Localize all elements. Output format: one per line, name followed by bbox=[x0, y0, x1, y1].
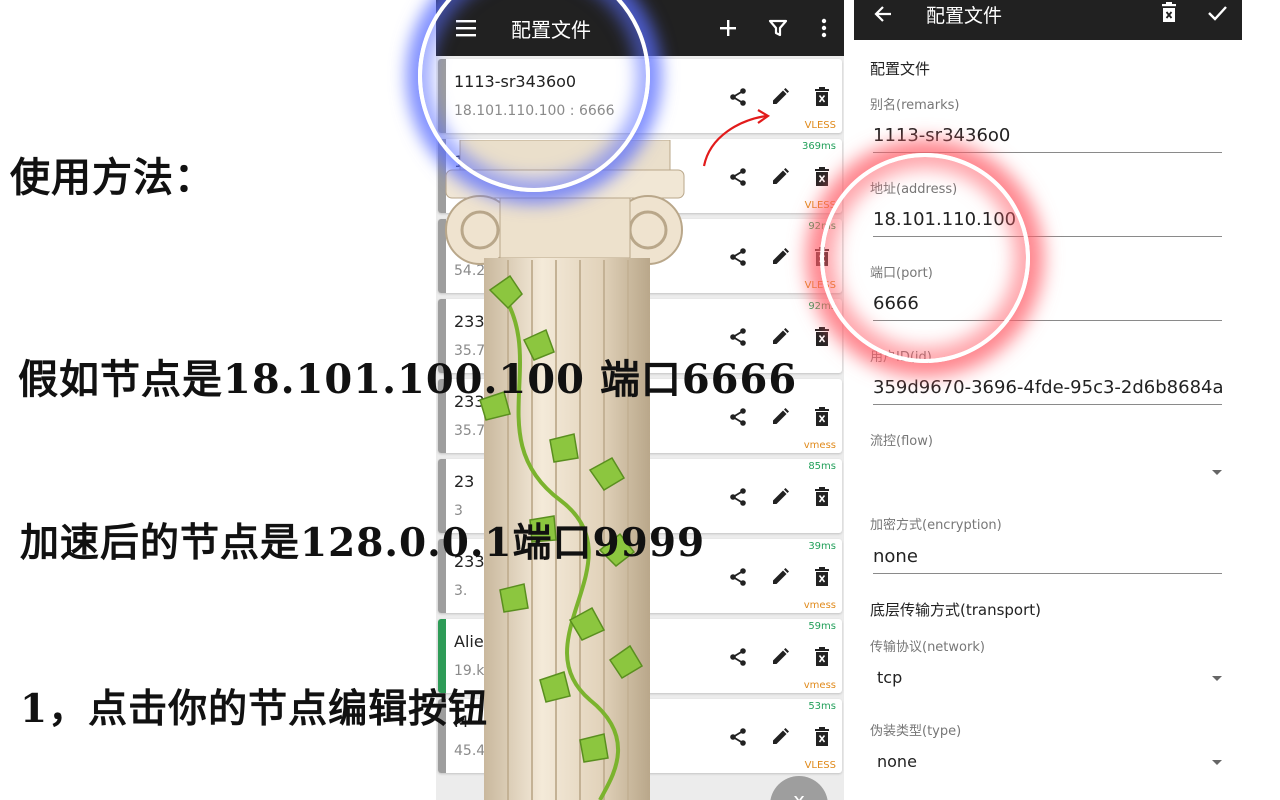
flow-select[interactable] bbox=[873, 462, 1222, 486]
edit-pencil-icon[interactable] bbox=[768, 565, 792, 589]
latency-badge: 59ms bbox=[808, 621, 836, 632]
share-icon[interactable] bbox=[726, 565, 750, 589]
server-name: 1113-sr3436o0 bbox=[454, 72, 577, 91]
address-field[interactable]: 18.101.110.100 bbox=[873, 209, 1222, 237]
app-bar: 配置文件 bbox=[436, 0, 844, 56]
screenshot: 配置文件 1113-sr3436o0 18.101.110.100 : 6666 V… bbox=[0, 0, 1280, 800]
protocol-badge: VLESS bbox=[804, 120, 836, 131]
fab-label: x bbox=[793, 788, 805, 800]
delete-icon[interactable] bbox=[810, 565, 834, 589]
share-icon[interactable] bbox=[726, 485, 750, 509]
dropdown-arrow-icon bbox=[1212, 676, 1222, 681]
latency-badge: 53ms bbox=[808, 701, 836, 712]
address-label: 地址(address) bbox=[870, 182, 958, 197]
user-id-field[interactable]: 359d9670-3696-4fde-95c3-2d6b8684ab5 bbox=[873, 377, 1222, 405]
encryption-field[interactable]: none bbox=[873, 546, 1222, 574]
flow-label: 流控(flow) bbox=[870, 434, 933, 449]
share-icon[interactable] bbox=[726, 325, 750, 349]
remarks-field[interactable]: 1113-sr3436o0 bbox=[873, 125, 1222, 153]
encryption-label: 加密方式(encryption) bbox=[870, 518, 1002, 533]
page-title: 配置文件 bbox=[511, 18, 591, 42]
protocol-badge: vmess bbox=[803, 680, 836, 691]
dropdown-arrow-icon bbox=[1212, 470, 1222, 475]
selection-indicator bbox=[438, 59, 446, 133]
port-field[interactable]: 6666 bbox=[873, 293, 1222, 321]
page-title: 配置文件 bbox=[926, 5, 1003, 27]
share-icon[interactable] bbox=[726, 405, 750, 429]
port-label: 端口(port) bbox=[870, 266, 933, 281]
section-title-profile: 配置文件 bbox=[870, 60, 931, 78]
network-select[interactable]: tcp bbox=[873, 668, 1222, 692]
protocol-badge: VLESS bbox=[804, 200, 836, 211]
delete-icon[interactable] bbox=[810, 325, 834, 349]
delete-icon[interactable] bbox=[810, 245, 834, 269]
more-vert-icon[interactable] bbox=[812, 16, 836, 40]
network-label: 传输协议(network) bbox=[870, 640, 985, 655]
server-card[interactable]: 1113-sr3436o0 18.101.110.100 : 6666 VLESS bbox=[438, 59, 842, 133]
user-id-label: 用户ID(id) bbox=[870, 350, 932, 365]
delete-icon[interactable] bbox=[810, 405, 834, 429]
latency-badge: 85ms bbox=[808, 461, 836, 472]
type-value: none bbox=[877, 752, 917, 771]
save-check-icon[interactable] bbox=[1206, 2, 1228, 28]
type-label: 伪装类型(type) bbox=[870, 724, 962, 739]
network-value: tcp bbox=[877, 668, 903, 687]
protocol-badge: VLESS bbox=[804, 280, 836, 291]
edit-pencil-icon[interactable] bbox=[768, 485, 792, 509]
add-icon[interactable] bbox=[716, 16, 740, 40]
filter-icon[interactable] bbox=[766, 16, 790, 40]
latency-badge: 92ms bbox=[808, 221, 836, 232]
back-arrow-icon[interactable] bbox=[872, 3, 894, 29]
instruction-line-1: 假如节点是18.101.100.100 端口6666 bbox=[18, 356, 798, 403]
protocol-badge: VLESS bbox=[804, 760, 836, 771]
section-title-transport: 底层传输方式(transport) bbox=[870, 601, 1042, 619]
instruction-heading: 使用方法： bbox=[10, 154, 215, 201]
delete-config-icon[interactable] bbox=[1160, 2, 1178, 28]
edit-pencil-icon[interactable] bbox=[768, 725, 792, 749]
delete-icon[interactable] bbox=[810, 165, 834, 189]
dropdown-arrow-icon bbox=[1212, 760, 1222, 765]
instruction-line-2: 加速后的节点是128.0.0.1端口9999 bbox=[20, 520, 706, 566]
menu-icon[interactable] bbox=[454, 16, 478, 40]
server-address: 18.101.110.100 : 6666 bbox=[454, 103, 615, 119]
latency-badge: 369ms bbox=[801, 141, 836, 152]
edit-pencil-icon[interactable] bbox=[768, 245, 792, 269]
latency-badge: 92ms bbox=[808, 301, 836, 312]
remarks-label: 别名(remarks) bbox=[870, 98, 960, 113]
share-icon[interactable] bbox=[726, 645, 750, 669]
protocol-badge: vmess bbox=[803, 600, 836, 611]
edit-config-screen: 配置文件 配置文件 别名(remarks) 1113-sr3436o0 地址(a… bbox=[854, 0, 1242, 800]
delete-icon[interactable] bbox=[810, 85, 834, 109]
share-icon[interactable] bbox=[726, 725, 750, 749]
type-select[interactable]: none bbox=[873, 752, 1222, 776]
delete-icon[interactable] bbox=[810, 645, 834, 669]
instruction-line-3: 1，点击你的节点编辑按钮 bbox=[20, 686, 489, 732]
latency-badge: 39ms bbox=[808, 541, 836, 552]
edit-pencil-icon[interactable] bbox=[768, 325, 792, 349]
delete-icon[interactable] bbox=[810, 725, 834, 749]
edit-pencil-icon[interactable] bbox=[768, 645, 792, 669]
share-icon[interactable] bbox=[726, 245, 750, 269]
protocol-badge: vmess bbox=[803, 440, 836, 451]
app-bar: 配置文件 bbox=[854, 0, 1242, 40]
edit-pencil-icon[interactable] bbox=[768, 405, 792, 429]
red-arrow-annotation bbox=[702, 109, 771, 167]
delete-icon[interactable] bbox=[810, 485, 834, 509]
